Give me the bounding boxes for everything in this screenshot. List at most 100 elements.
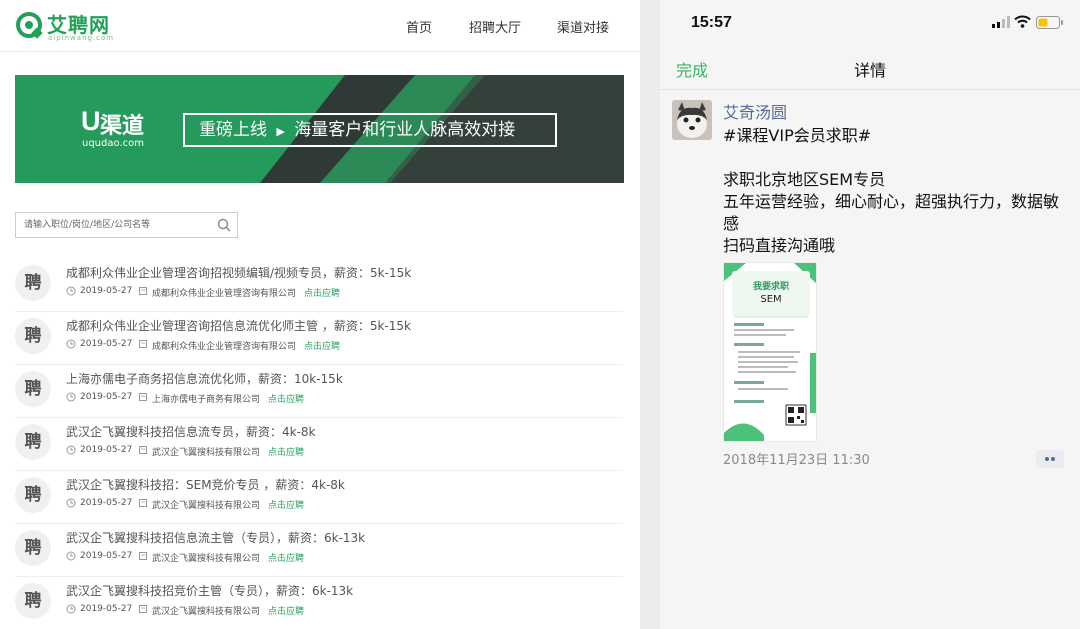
nav-bar: 完成 详情 <box>660 44 1080 90</box>
job-date: 2019-05-27 <box>80 604 133 614</box>
user-avatar[interactable] <box>672 100 712 140</box>
job-avatar: 聘 <box>15 477 51 513</box>
nav-channel[interactable]: 渠道对接 <box>557 17 609 36</box>
logo-url: uqudao.com <box>82 138 144 149</box>
moment-post: 艾奇汤圆 #课程VIP会员求职# 求职北京地区SEM专员 五年运营经验，细心耐心… <box>660 91 1080 491</box>
website-panel: 艾聘网 aipinwang.com 首页 招聘大厅 渠道对接 U 渠道 uqud… <box>0 0 640 629</box>
clock-icon <box>66 286 76 296</box>
clock-icon <box>66 392 76 402</box>
dot-icon <box>1051 457 1055 461</box>
job-company[interactable]: 武汉企飞翼搜科技有限公司 <box>152 551 260 564</box>
job-company[interactable]: 成都利众伟业企业管理咨询有限公司 <box>152 339 296 352</box>
job-avatar: 聘 <box>15 371 51 407</box>
apply-link[interactable]: 点击应聘 <box>268 392 304 405</box>
job-row[interactable]: 聘武汉企飞翼搜科技招竞价主管（专员），薪资：6k-13k 2019-05-27 武汉… <box>15 577 623 629</box>
job-title[interactable]: 成都利众伟业企业管理咨询招信息流优化师主管 ，薪资：5k-15k <box>66 317 411 334</box>
job-date: 2019-05-27 <box>80 392 133 402</box>
company-icon <box>139 552 147 560</box>
job-title[interactable]: 成都利众伟业企业管理咨询招视频编辑/视频专员，薪资：5k-15k <box>66 264 411 281</box>
job-title[interactable]: 武汉企飞翼搜科技招：SEM竞价专员 ，薪资：4k-8k <box>66 476 345 493</box>
split-divider <box>640 0 660 629</box>
job-avatar: 聘 <box>15 265 51 301</box>
job-date: 2019-05-27 <box>80 498 133 508</box>
job-title[interactable]: 武汉企飞翼搜科技招竞价主管（专员），薪资：6k-13k <box>66 582 353 599</box>
clock-icon <box>66 498 76 508</box>
page-title: 详情 <box>853 61 886 80</box>
clock-icon <box>66 551 76 561</box>
company-icon <box>139 605 147 613</box>
banner-slogan: 重磅上线 ▶ 海量客户和行业人脉高效对接 <box>183 113 557 147</box>
uqudao-logo: U 渠道 uqudao.com <box>81 106 153 152</box>
clock-icon <box>66 604 76 614</box>
clock-icon <box>66 339 76 349</box>
phone-panel: 15:57 完成 详情 艾奇汤圆 #课程VIP会员求职# 求职北京地区SEM专员… <box>660 0 1080 629</box>
nav-job-hall[interactable]: 招聘大厅 <box>469 17 521 36</box>
clock-icon <box>66 445 76 455</box>
search-box <box>15 212 238 238</box>
apply-link[interactable]: 点击应聘 <box>268 551 304 564</box>
nav-home[interactable]: 首页 <box>406 17 432 36</box>
search-input[interactable] <box>16 213 211 237</box>
job-date: 2019-05-27 <box>80 551 133 561</box>
job-row[interactable]: 聘成都利众伟业企业管理咨询招视频编辑/视频专员，薪资：5k-15k 2019-05… <box>15 259 623 312</box>
play-arrow-icon: ▶ <box>276 125 285 138</box>
dot-icon <box>1045 457 1049 461</box>
job-title[interactable]: 武汉企飞翼搜科技招信息流主管（专员），薪资：6k-13k <box>66 529 365 546</box>
job-avatar: 聘 <box>15 318 51 354</box>
job-avatar: 聘 <box>15 424 51 460</box>
job-poster-image[interactable]: 我要求职 SEM <box>723 262 817 442</box>
logo-u: U <box>81 106 101 136</box>
status-bar: 15:57 <box>660 0 1080 44</box>
company-icon <box>139 499 147 507</box>
job-title[interactable]: 上海亦儒电子商务招信息流优化师，薪资：10k-15k <box>66 370 343 387</box>
company-icon <box>139 287 147 295</box>
job-company[interactable]: 武汉企飞翼搜科技有限公司 <box>152 498 260 511</box>
logo-icon <box>16 12 43 39</box>
job-date: 2019-05-27 <box>80 286 133 296</box>
poster-subheading: SEM <box>760 294 782 305</box>
site-header: 艾聘网 aipinwang.com 首页 招聘大厅 渠道对接 <box>0 0 640 52</box>
post-body: #课程VIP会员求职# 求职北京地区SEM专员 五年运营经验，细心耐心，超强执行… <box>723 125 1071 257</box>
apply-link[interactable]: 点击应聘 <box>304 339 340 352</box>
job-title[interactable]: 武汉企飞翼搜科技招信息流专员，薪资：4k-8k <box>66 423 316 440</box>
search-icon[interactable] <box>217 218 231 232</box>
signal-icon <box>992 16 1010 28</box>
more-options-button[interactable] <box>1036 450 1064 468</box>
wifi-icon <box>1014 15 1031 28</box>
post-username[interactable]: 艾奇汤圆 <box>723 99 787 123</box>
post-line: 求职北京地区SEM专员 <box>723 170 886 189</box>
job-avatar: 聘 <box>15 583 51 619</box>
apply-link[interactable]: 点击应聘 <box>268 445 304 458</box>
job-row[interactable]: 聘上海亦儒电子商务招信息流优化师，薪资：10k-15k 2019-05-27 上海亦… <box>15 365 623 418</box>
job-date: 2019-05-27 <box>80 445 133 455</box>
dog-avatar-image <box>672 100 712 140</box>
brand-domain: aipinwang.com <box>48 34 115 42</box>
promo-banner[interactable]: U 渠道 uqudao.com 重磅上线 ▶ 海量客户和行业人脉高效对接 <box>15 75 624 183</box>
apply-link[interactable]: 点击应聘 <box>304 286 340 299</box>
apply-link[interactable]: 点击应聘 <box>268 498 304 511</box>
post-line: #课程VIP会员求职# <box>723 126 872 145</box>
logo-text: 渠道 <box>100 114 145 139</box>
status-time: 15:57 <box>691 14 732 31</box>
slogan-part-a: 重磅上线 <box>199 120 267 140</box>
job-company[interactable]: 武汉企飞翼搜科技有限公司 <box>152 604 260 617</box>
job-company[interactable]: 武汉企飞翼搜科技有限公司 <box>152 445 260 458</box>
job-company[interactable]: 上海亦儒电子商务有限公司 <box>152 392 260 405</box>
job-row[interactable]: 聘成都利众伟业企业管理咨询招信息流优化师主管 ，薪资：5k-15k 2019-05… <box>15 312 623 365</box>
job-avatar: 聘 <box>15 530 51 566</box>
post-line: 五年运营经验，细心耐心，超强执行力，数据敏感 <box>723 192 1060 233</box>
apply-link[interactable]: 点击应聘 <box>268 604 304 617</box>
job-date: 2019-05-27 <box>80 339 133 349</box>
post-timestamp: 2018年11月23日 11:30 <box>723 453 870 468</box>
post-line <box>723 147 1071 169</box>
job-row[interactable]: 聘武汉企飞翼搜科技招：SEM竞价专员 ，薪资：4k-8k 2019-05-27 武汉… <box>15 471 623 524</box>
job-row[interactable]: 聘武汉企飞翼搜科技招信息流专员，薪资：4k-8k 2019-05-27 武汉企飞翼搜… <box>15 418 623 471</box>
company-icon <box>139 340 147 348</box>
poster-heading: 我要求职 <box>752 282 789 292</box>
site-logo[interactable]: 艾聘网 aipinwang.com <box>15 9 115 43</box>
job-row[interactable]: 聘武汉企飞翼搜科技招信息流主管（专员），薪资：6k-13k 2019-05-27 武… <box>15 524 623 577</box>
job-company[interactable]: 成都利众伟业企业管理咨询有限公司 <box>152 286 296 299</box>
company-icon <box>139 446 147 454</box>
company-icon <box>139 393 147 401</box>
battery-icon <box>1036 16 1063 29</box>
